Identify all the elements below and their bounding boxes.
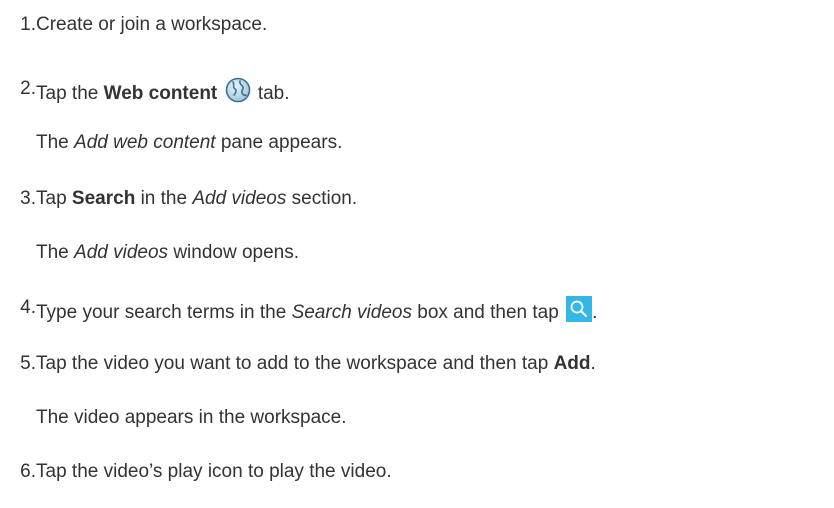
step-number: 1.	[20, 14, 36, 35]
step-text: Tap the video’s play icon to play the vi…	[36, 461, 392, 482]
magnifier-icon	[566, 296, 593, 322]
add-label: Add	[553, 353, 591, 374]
search-label: Search	[71, 188, 136, 209]
instructions-document: 1. Create or join a workspace. 2. Tap th…	[0, 0, 834, 508]
step-text: Tap the video you want to add to the wor…	[36, 353, 596, 374]
step-number: 5.	[20, 353, 36, 374]
web-content-label: Web content	[103, 83, 218, 104]
step-number: 6.	[20, 461, 36, 482]
step-text: Tap the Web content tab.	[36, 77, 290, 106]
step-text: Create or join a workspace.	[36, 14, 268, 35]
globe-icon	[225, 77, 251, 103]
step-number: 2.	[20, 78, 36, 99]
step-text: Type your search terms in the Search vid…	[36, 296, 597, 325]
step-text: Tap Search in the Add videos section.	[36, 188, 358, 209]
step-number: 4.	[20, 297, 36, 318]
step-number: 3.	[20, 188, 36, 209]
